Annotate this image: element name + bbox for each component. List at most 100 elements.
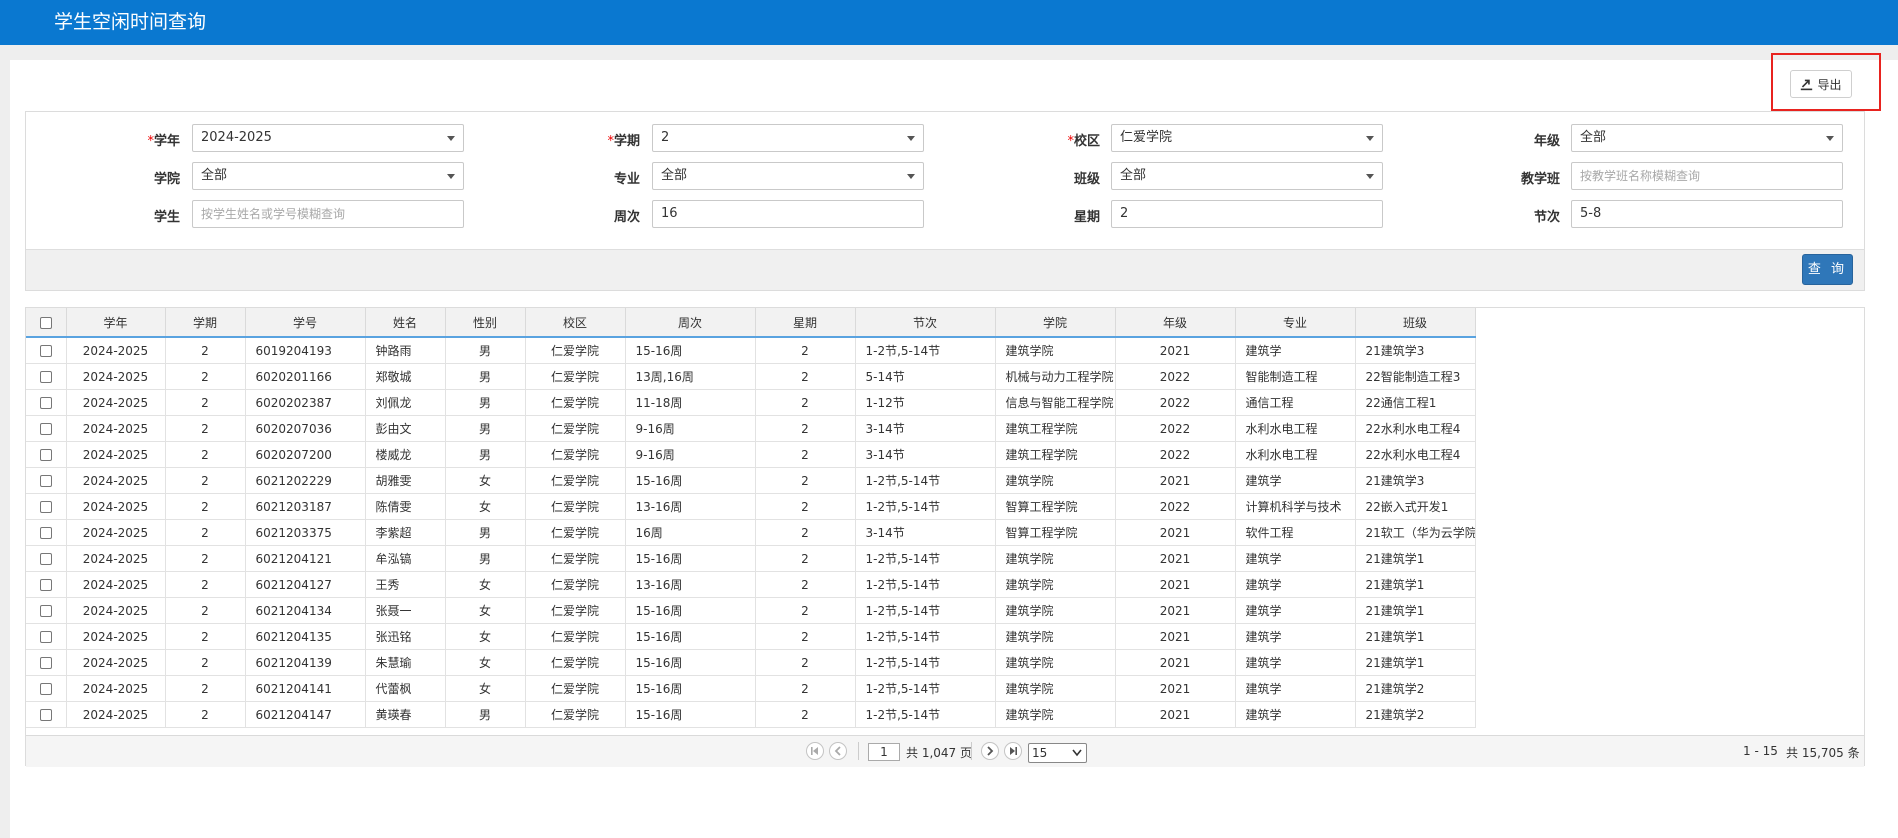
table-cell: 仁爱学院 [525, 571, 626, 598]
row-checkbox[interactable] [39, 501, 52, 513]
table-row[interactable]: 2024-2025 2 6021204127 王秀女仁爱学院 13-16周 2 1-2节,5… [26, 571, 1476, 598]
table-cell: 建筑学 [1235, 675, 1356, 702]
table-cell: 陈倩雯 [365, 493, 446, 520]
column-header[interactable]: 性别 [445, 308, 526, 338]
filter-label-text: 专业 [613, 172, 640, 187]
table-row[interactable]: 2024-2025 2 6021204139 朱慧瑜女仁爱学院 15-16周 2 1-2节,… [26, 649, 1476, 676]
column-header[interactable]: 学期 [165, 308, 246, 338]
filter-select[interactable]: 仁爱学院 [1111, 124, 1383, 152]
select-all-checkbox[interactable] [39, 316, 52, 329]
table-cell: 21建筑学3 [1355, 337, 1476, 364]
filter-input[interactable]: 5-8 [1571, 200, 1843, 228]
row-select-cell [26, 597, 67, 624]
row-checkbox[interactable] [39, 345, 52, 357]
row-checkbox[interactable] [39, 475, 52, 487]
column-header[interactable]: 年级 [1115, 308, 1236, 338]
table-row[interactable]: 2024-2025 2 6021204135 张迅铭女仁爱学院 15-16周 2 1-2节,… [26, 623, 1476, 650]
page-number-input[interactable]: 1 [868, 743, 900, 761]
next-page-button[interactable] [981, 742, 999, 760]
table-cell: 代蕾枫 [365, 675, 446, 702]
query-button[interactable]: 查 询 [1802, 254, 1853, 285]
table-cell: 22水利水电工程4 [1355, 441, 1476, 468]
table-row[interactable]: 2024-2025 2 6020202387 刘佩龙男仁爱学院 11-18周 2 1-12节… [26, 389, 1476, 416]
table-row[interactable]: 2024-2025 2 6021203187 陈倩雯女仁爱学院 13-16周 2 1-2节,… [26, 493, 1476, 520]
table-cell: 2024-2025 [66, 441, 166, 468]
column-header[interactable]: 星期 [755, 308, 856, 338]
table-cell: 软件工程 [1235, 519, 1356, 546]
row-checkbox[interactable] [39, 631, 52, 643]
table-row[interactable]: 2024-2025 2 6020207036 彭由文男仁爱学院 9-16周 2 3-14节建… [26, 415, 1476, 442]
pager-separator [858, 742, 859, 760]
row-checkbox[interactable] [39, 553, 52, 565]
table-cell: 建筑工程学院 [995, 441, 1116, 468]
row-select-cell [26, 519, 67, 546]
column-header[interactable]: 专业 [1235, 308, 1356, 338]
table-row[interactable]: 2024-2025 2 6021204134 张聂一女仁爱学院 15-16周 2 1-2节,… [26, 597, 1476, 624]
filter-input[interactable]: 按教学班名称模糊查询 [1571, 162, 1843, 190]
filter-label: *校区 [1000, 130, 1100, 149]
app-header: 学生空闲时间查询 [0, 0, 1898, 45]
row-checkbox[interactable] [39, 605, 52, 617]
page-size-select[interactable]: 15 [1028, 743, 1087, 763]
column-header[interactable]: 周次 [625, 308, 756, 338]
filter-select[interactable]: 全部 [1571, 124, 1843, 152]
column-header[interactable]: 校区 [525, 308, 626, 338]
table-cell: 22智能制造工程3 [1355, 363, 1476, 390]
last-page-button[interactable] [1004, 742, 1022, 760]
table-cell: 2 [755, 649, 856, 676]
filter-select[interactable]: 2024-2025 [192, 124, 464, 152]
row-checkbox[interactable] [39, 709, 52, 721]
table-cell: 2 [755, 415, 856, 442]
table-row[interactable]: 2024-2025 2 6021204141 代蕾枫女仁爱学院 15-16周 2 1-2节,… [26, 675, 1476, 702]
row-checkbox[interactable] [39, 423, 52, 435]
row-checkbox[interactable] [39, 449, 52, 461]
table-cell: 2 [165, 675, 246, 702]
column-header[interactable]: 学号 [245, 308, 366, 338]
filter-value: 全部 [661, 168, 688, 183]
table-row[interactable]: 2024-2025 2 6021203375 李紫超男仁爱学院 16周 2 3-14节 智算工… [26, 519, 1476, 546]
table-cell: 建筑学 [1235, 597, 1356, 624]
filter-label-text: 学生 [153, 210, 180, 225]
table-row[interactable]: 2024-2025 2 6021202229 胡雅雯女仁爱学院 15-16周 2 1-2节,… [26, 467, 1476, 494]
table-cell: 3-14节 [855, 519, 996, 546]
table-cell: 2 [165, 337, 246, 364]
column-header[interactable]: 姓名 [365, 308, 446, 338]
table-row[interactable]: 2024-2025 2 6019204193 钟路雨男仁爱学院 15-16周 2 1-2节,… [26, 337, 1476, 364]
table-row[interactable]: 2024-2025 2 6020207200 楼威龙男仁爱学院 9-16周 2 3-14节建… [26, 441, 1476, 468]
filter-select[interactable]: 全部 [652, 162, 924, 190]
column-header[interactable]: 学年 [66, 308, 166, 338]
prev-page-button[interactable] [829, 742, 847, 760]
filter-select[interactable]: 全部 [1111, 162, 1383, 190]
table-cell: 智能制造工程 [1235, 363, 1356, 390]
column-header[interactable]: 节次 [855, 308, 996, 338]
table-cell: 2021 [1115, 623, 1236, 650]
table-cell: 仁爱学院 [525, 363, 626, 390]
column-header[interactable]: 学院 [995, 308, 1116, 338]
filter-select[interactable]: 2 [652, 124, 924, 152]
prev-page-icon [834, 746, 841, 756]
table-row[interactable]: 2024-2025 2 6020201166 郑敬城男仁爱学院 13周,16周 2 5-14… [26, 363, 1476, 390]
table-cell: 仁爱学院 [525, 649, 626, 676]
row-checkbox[interactable] [39, 579, 52, 591]
first-page-button[interactable] [806, 742, 824, 760]
row-checkbox[interactable] [39, 371, 52, 383]
filter-input[interactable]: 16 [652, 200, 924, 228]
table-row[interactable]: 2024-2025 2 6021204121 牟泓镐男仁爱学院 15-16周 2 1-2节,… [26, 545, 1476, 572]
table-cell: 21建筑学2 [1355, 675, 1476, 702]
filter-input[interactable]: 按学生姓名或学号模糊查询 [192, 200, 464, 228]
row-checkbox[interactable] [39, 683, 52, 695]
row-checkbox[interactable] [39, 657, 52, 669]
table-cell: 建筑学院 [995, 675, 1116, 702]
table-cell: 2021 [1115, 597, 1236, 624]
table-cell: 1-2节,5-14节 [855, 493, 996, 520]
table-row[interactable]: 2024-2025 2 6021204147 黄瑛春男仁爱学院 15-16周 2 1-2节,… [26, 701, 1476, 728]
filter-input[interactable]: 2 [1111, 200, 1383, 228]
table-cell: 仁爱学院 [525, 337, 626, 364]
row-checkbox[interactable] [39, 527, 52, 539]
column-header[interactable]: 班级 [1355, 308, 1476, 338]
table-cell: 15-16周 [625, 337, 756, 364]
table-cell: 15-16周 [625, 623, 756, 650]
highlight-box [1771, 53, 1881, 111]
row-checkbox[interactable] [39, 397, 52, 409]
filter-select[interactable]: 全部 [192, 162, 464, 190]
